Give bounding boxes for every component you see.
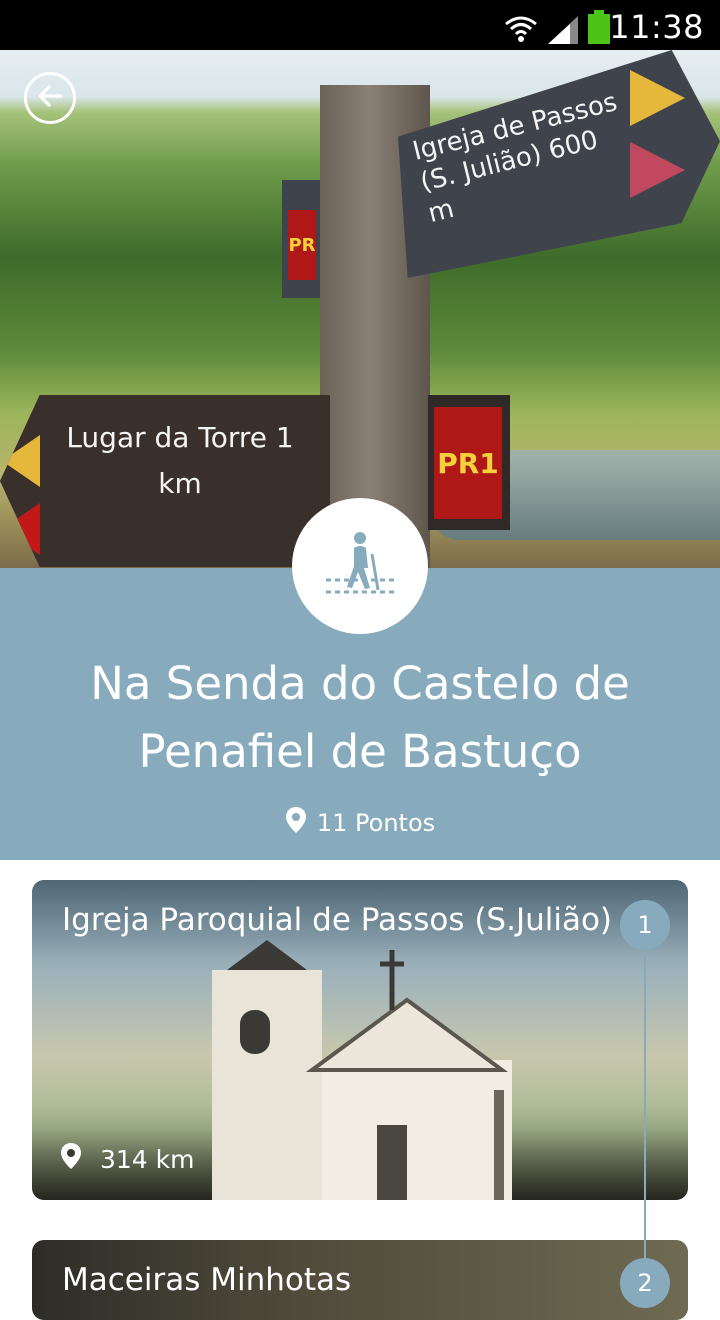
sign-small-pr: PR [288,210,316,280]
sign-left-red-arrow [2,503,40,555]
location-pin-icon [285,806,307,840]
sign-left: Lugar da Torre 1 km [0,395,330,567]
points-count: 11 Pontos [0,806,720,840]
signal-icon [548,16,578,48]
point-card-1-distance: 314 km [60,1142,195,1176]
point-number-badge-1: 1 [620,900,670,950]
sign-left-text: Lugar da Torre 1 km [66,421,294,500]
route-title: Na Senda do Castelo de Penafiel de Bastu… [90,657,630,778]
points-count-label: 11 Pontos [316,809,436,837]
timeline-line [644,920,646,1280]
status-icons [504,10,610,48]
arrow-left-icon [35,81,65,115]
point-card-2-title: Maceiras Minhotas [62,1262,352,1298]
route-category-badge [292,498,428,634]
sign-small: PR [282,180,322,298]
status-time: 11:38 [609,8,704,46]
back-button[interactable] [24,72,76,124]
sign-red-arrow [630,142,685,198]
point-card-1[interactable]: Igreja Paroquial de Passos (S.Julião) 31… [32,880,688,1200]
point-card-1-title: Igreja Paroquial de Passos (S.Julião) [62,902,613,938]
sign-top-text: Igreja de Passos (S. Julião) 600 m [409,87,621,230]
point-card-2[interactable]: Maceiras Minhotas [32,1240,688,1320]
sign-pr1-label: PR1 [434,407,502,519]
point-number-badge-2: 2 [620,1258,670,1308]
point-card-1-distance-label: 314 km [100,1144,195,1174]
sign-pr1: PR1 [428,395,510,530]
sign-top: Igreja de Passos (S. Julião) 600 m [398,50,720,278]
location-pin-icon [60,1142,82,1176]
wifi-icon [504,14,538,48]
sign-yellow-arrow [630,70,685,126]
hiking-icon [320,524,400,608]
status-bar: 11:38 [0,0,720,50]
sign-left-yellow-arrow [2,435,40,487]
battery-icon [588,10,610,48]
hero-image: PR Igreja de Passos (S. Julião) 600 m Lu… [0,50,720,568]
church-image [212,940,512,1200]
